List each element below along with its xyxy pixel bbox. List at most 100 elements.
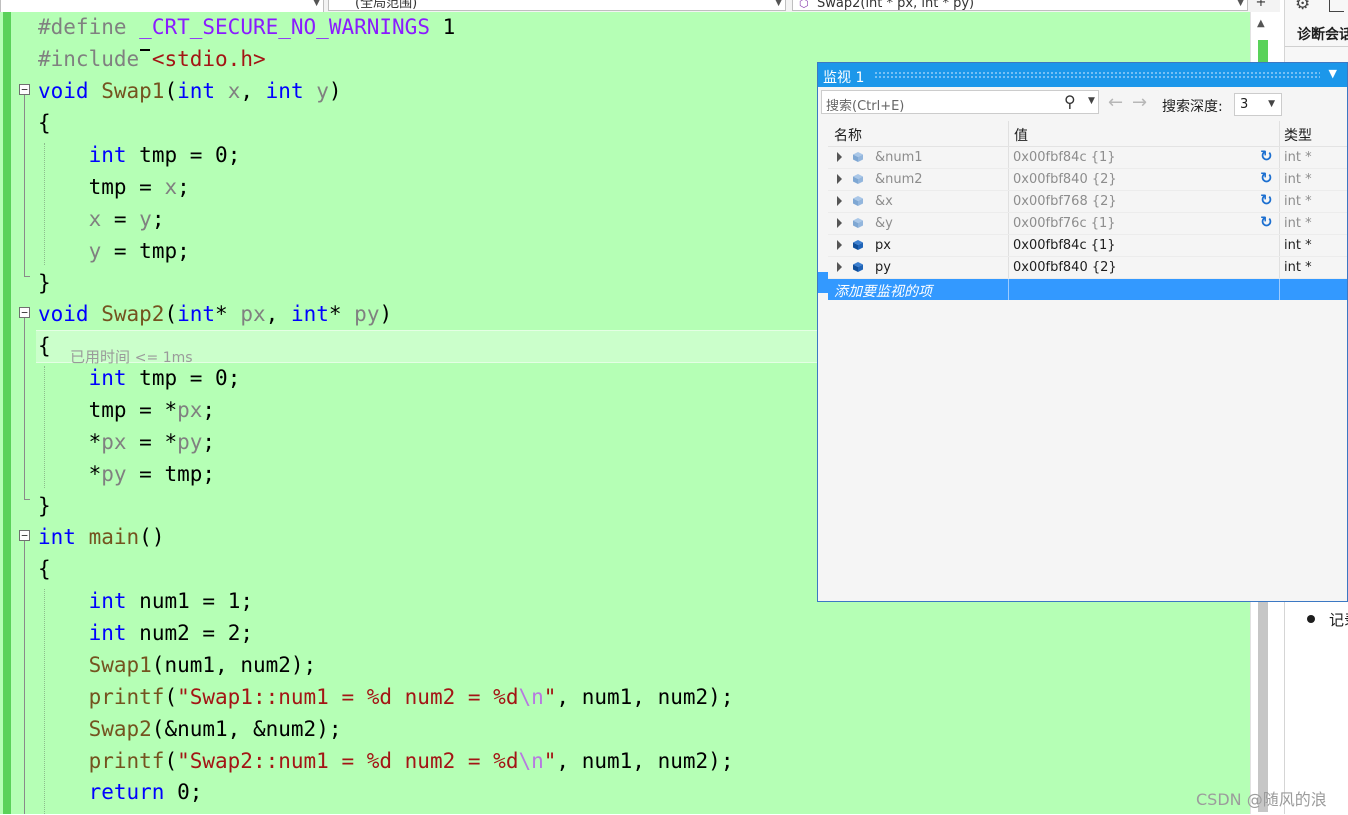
- forward-arrow-icon[interactable]: →: [1132, 92, 1147, 113]
- search-placeholder: 搜索(Ctrl+E): [826, 99, 905, 114]
- code-line-6: tmp = x;: [88, 175, 190, 199]
- variable-icon: [853, 218, 863, 228]
- watch-value: 0x00fbf76c {1}: [1013, 216, 1116, 231]
- code-line-9: }: [38, 271, 51, 295]
- diagnostic-item[interactable]: 记录: [1329, 609, 1348, 630]
- watch-type: int *: [1284, 238, 1312, 253]
- variable-icon: [853, 196, 863, 206]
- expand-icon[interactable]: [837, 240, 842, 250]
- watch-name: &num2: [875, 172, 923, 187]
- refresh-icon[interactable]: ↻: [1260, 147, 1273, 165]
- watch-title: 监视 1: [823, 70, 865, 86]
- code-line-4: {: [38, 111, 51, 135]
- search-icon[interactable]: ⚲: [1064, 92, 1076, 111]
- cell-divider: [1008, 213, 1009, 234]
- refresh-icon[interactable]: ↻: [1260, 213, 1273, 231]
- watch-row[interactable]: &num1 0x00fbf84c {1} ↻ int *: [828, 147, 1347, 169]
- cell-divider: [1008, 191, 1009, 212]
- code-line-8: y = tmp;: [88, 239, 190, 263]
- watch-type: int *: [1284, 216, 1312, 231]
- chevron-down-icon: ▼: [1268, 99, 1275, 109]
- chevron-down-icon[interactable]: ▼: [1329, 67, 1337, 80]
- watch-row[interactable]: &y 0x00fbf76c {1} ↻ int *: [828, 213, 1347, 235]
- add-watch-placeholder: 添加要监视的项: [834, 284, 932, 300]
- collapse-main-icon[interactable]: −: [19, 530, 30, 541]
- panel-icon[interactable]: [1329, 0, 1344, 12]
- bullet-icon: [1307, 615, 1315, 623]
- code-line-13: tmp = *px;: [88, 398, 216, 422]
- cell-divider: [1279, 147, 1280, 168]
- code-line-16: }: [38, 494, 51, 518]
- code-line-5: int tmp = 0;: [88, 143, 241, 167]
- chevron-down-icon: ▼: [775, 0, 782, 8]
- code-line-11: {: [38, 334, 51, 358]
- function-icon: ⬡: [799, 0, 809, 10]
- refresh-icon[interactable]: ↻: [1260, 169, 1273, 187]
- variable-icon: [853, 174, 863, 184]
- drag-grip[interactable]: [874, 71, 1320, 79]
- watch-type: int *: [1284, 172, 1312, 187]
- collapse-swap1-icon[interactable]: −: [19, 84, 30, 95]
- cell-divider: [1279, 257, 1280, 278]
- code-line-20: int num2 = 2;: [88, 621, 253, 645]
- cell-divider: [1008, 279, 1009, 300]
- column-header-value[interactable]: 值: [1014, 125, 1028, 145]
- fold-line: [24, 95, 25, 276]
- watch-table: 名称 值 类型 &num1 0x00fbf84c {1} ↻ int * &nu…: [828, 121, 1347, 300]
- chevron-down-icon: ▼: [313, 0, 320, 8]
- diagnostic-session-title: 诊断会话: [1297, 27, 1348, 43]
- watch-value: 0x00fbf840 {2}: [1013, 260, 1117, 275]
- watch-search-input[interactable]: 搜索(Ctrl+E) ⚲ ▼: [821, 90, 1099, 114]
- collapse-swap2-icon[interactable]: −: [19, 307, 30, 318]
- cell-divider: [1279, 235, 1280, 256]
- back-arrow-icon[interactable]: ←: [1108, 92, 1123, 113]
- cell-divider: [1008, 235, 1009, 256]
- expand-icon[interactable]: [837, 196, 842, 206]
- split-editor-button[interactable]: +: [1254, 0, 1268, 10]
- column-header-type[interactable]: 类型: [1284, 125, 1312, 145]
- watch-row[interactable]: py 0x00fbf840 {2} int *: [828, 257, 1347, 279]
- expand-icon[interactable]: [837, 218, 842, 228]
- watch-row[interactable]: px 0x00fbf84c {1} int *: [828, 235, 1347, 257]
- code-line-17: int main(): [38, 525, 165, 549]
- watch-value: 0x00fbf768 {2}: [1013, 194, 1117, 209]
- expand-icon[interactable]: [837, 152, 842, 162]
- gear-icon[interactable]: ⚙: [1295, 0, 1310, 14]
- watch-header: 名称 值 类型: [828, 121, 1347, 147]
- watch-type: int *: [1284, 194, 1312, 209]
- code-line-12: int tmp = 0;: [88, 366, 241, 390]
- code-line-14: *px = *py;: [38, 430, 216, 454]
- cell-divider: [1279, 279, 1280, 300]
- column-resize[interactable]: [1008, 121, 1009, 146]
- watermark: CSDN @随风的浪: [1196, 790, 1327, 809]
- variable-icon: [853, 152, 863, 162]
- scope-label: (全局范围): [355, 0, 418, 11]
- scroll-up-icon[interactable]: ▲: [1257, 18, 1265, 29]
- refresh-icon[interactable]: ↻: [1260, 191, 1273, 209]
- expand-icon[interactable]: [837, 174, 842, 184]
- variable-icon: [853, 240, 863, 250]
- selection-edge: [818, 272, 828, 293]
- watch-window[interactable]: 监视 1 ▼ 搜索(Ctrl+E) ⚲ ▼ ← → 搜索深度: 3 ▼ 名称 值…: [817, 62, 1348, 602]
- watch-name: py: [875, 260, 891, 275]
- watch-name: px: [875, 238, 891, 253]
- column-resize[interactable]: [1279, 121, 1280, 146]
- watch-row[interactable]: &num2 0x00fbf840 {2} ↻ int *: [828, 169, 1347, 191]
- watch-name: &y: [875, 216, 893, 231]
- expand-icon[interactable]: [837, 262, 842, 272]
- chevron-down-icon[interactable]: ▼: [1088, 96, 1095, 106]
- code-line-23: Swap2(&num1, &num2);: [88, 717, 342, 741]
- fold-line: [24, 318, 25, 499]
- scope-combo[interactable]: (全局范围) ▼: [328, 0, 786, 11]
- watch-type: int *: [1284, 150, 1312, 165]
- fold-end: [24, 276, 30, 277]
- search-depth-select[interactable]: 3 ▼: [1234, 93, 1282, 116]
- add-watch-row[interactable]: 添加要监视的项: [828, 279, 1347, 300]
- code-line-3: void Swap1(int x, int y): [38, 79, 342, 103]
- watch-title-bar[interactable]: 监视 1 ▼: [818, 63, 1347, 87]
- column-header-name[interactable]: 名称: [834, 125, 862, 145]
- function-combo[interactable]: ⬡ Swap2(int * px, int * py) ▼: [792, 0, 1248, 11]
- variable-icon: [853, 262, 863, 272]
- watch-row[interactable]: &x 0x00fbf768 {2} ↻ int *: [828, 191, 1347, 213]
- function-label: Swap2(int * px, int * py): [817, 0, 975, 11]
